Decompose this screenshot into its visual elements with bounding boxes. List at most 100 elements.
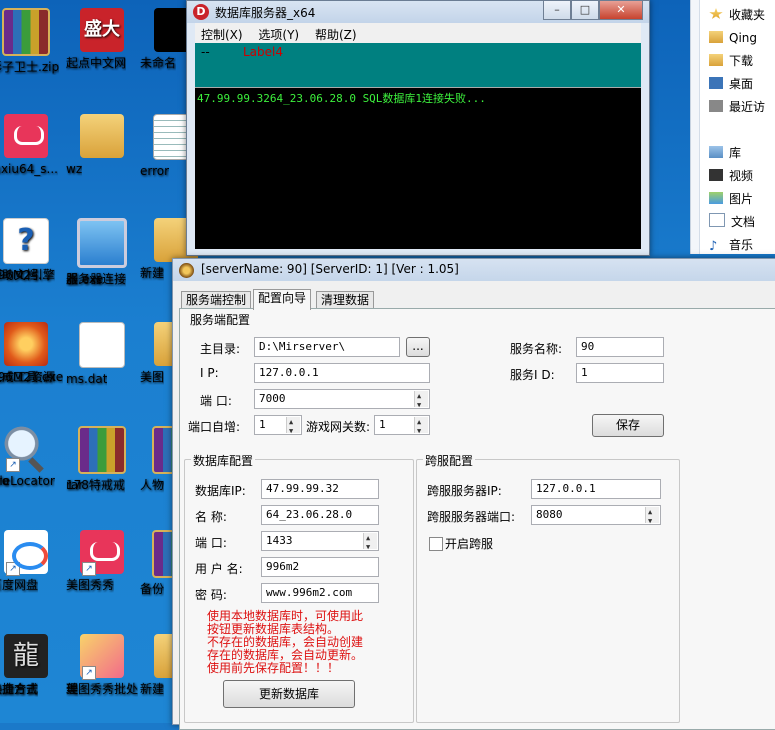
db-server-app-icon: D xyxy=(193,4,209,20)
menu-help[interactable]: 帮助(Z) xyxy=(309,23,363,43)
desktop-icon-wz[interactable]: wz xyxy=(66,114,138,176)
update-database-button[interactable]: 更新数据库 xyxy=(223,680,355,708)
picture-icon xyxy=(709,192,723,204)
nav-item-documents[interactable]: 文档 xyxy=(709,212,755,232)
gate-count-value: 1 xyxy=(379,418,386,431)
help-question-icon: ? xyxy=(3,218,49,264)
desktop-icon-label: 快捷方式 xyxy=(0,682,39,696)
nav-item-label: 视频 xyxy=(729,169,754,183)
tab-clean-data[interactable]: 清理数据 xyxy=(316,291,375,309)
nav-item-library[interactable]: 库 xyxy=(709,143,741,163)
ip-label: I P: xyxy=(200,366,219,380)
desktop-icon-label: rar xyxy=(66,478,84,492)
service-name-input[interactable]: 90 xyxy=(576,337,664,357)
desktop-icon-label: 帮助文档... xyxy=(0,268,50,282)
desktop-icon-meitu-batch[interactable]: ↗ 美图秀秀批处 理 xyxy=(66,634,138,696)
nav-item-desktop[interactable]: 桌面 xyxy=(709,74,753,94)
shortcut-arrow-icon: ↗ xyxy=(82,562,96,576)
tab-server-control[interactable]: 服务端控制 xyxy=(181,291,252,309)
desktop-icon-178-rar[interactable]: 178特戒戒 rar xyxy=(66,426,138,492)
nav-item-recent[interactable]: 最近访 xyxy=(709,97,765,117)
desktop-icon-resource-tool[interactable]: 996M2资源 生成工具.exe xyxy=(0,322,63,384)
db-window-titlebar[interactable]: D 数据库服务器_x64 – □ ✕ xyxy=(187,1,649,23)
cross-port-spinner[interactable] xyxy=(645,506,659,524)
desktop-icon-label: 生成工具.exe xyxy=(0,370,64,384)
enable-cross-server-checkbox[interactable] xyxy=(429,537,443,551)
tab-config-wizard[interactable]: 配置向导 xyxy=(253,289,312,310)
db-name-input[interactable]: 64_23.06.28.0 xyxy=(261,505,379,525)
db-password-input[interactable]: www.996m2.com xyxy=(261,583,379,603)
meitu-app-icon xyxy=(4,114,48,158)
desktop-icon-label: Pro xyxy=(0,474,10,488)
port-value: 7000 xyxy=(259,392,286,405)
desktop-icon-qidian[interactable]: 盛大 起点中文网 xyxy=(66,8,138,70)
explorer-splitter[interactable] xyxy=(691,0,700,254)
nav-item-label: 库 xyxy=(729,146,742,160)
desktop-icon-zip[interactable]: 彩子卫士.zip xyxy=(0,8,62,74)
document-icon xyxy=(709,213,725,227)
save-button[interactable]: 保存 xyxy=(592,414,664,437)
nav-item-label: 文档 xyxy=(731,215,756,229)
folder-icon xyxy=(709,54,723,66)
db-port-input[interactable]: 1433 xyxy=(261,531,379,551)
nav-item-music[interactable]: ♪ 音乐 xyxy=(709,235,753,255)
maximize-button[interactable]: □ xyxy=(571,1,599,20)
desktop-icon-label: ms.dat xyxy=(66,372,108,386)
cross-ip-input[interactable]: 127.0.0.1 xyxy=(531,479,661,499)
music-icon: ♪ xyxy=(709,239,718,254)
nav-item-label: 最近访 xyxy=(729,100,766,114)
desktop-icon-server-connector[interactable]: 服务器连接 器.exe xyxy=(66,218,138,286)
main-dir-input[interactable]: D:\Mirserver\ xyxy=(254,337,400,357)
db-password-label: 密 码: xyxy=(195,588,227,602)
gate-count-input[interactable]: 1 xyxy=(374,415,430,435)
menu-control[interactable]: 控制(X) xyxy=(195,23,249,43)
desktop-icon-rexue-heji[interactable]: 龍 热血合击 快捷方式 xyxy=(0,634,62,696)
desktop-icon-filelocator[interactable]: ↗ FileLocator Pro xyxy=(0,426,62,488)
folder-icon xyxy=(80,114,124,158)
magnifier-icon: ↗ xyxy=(4,426,48,472)
browse-button[interactable]: ... xyxy=(406,337,430,357)
port-increment-spinner[interactable] xyxy=(286,416,300,434)
meitu-app-icon: ↗ xyxy=(80,530,124,576)
desktop-icon-label: wz xyxy=(66,162,83,176)
desktop-icon-help-doc[interactable]: ? 996M2引擎 帮助文档... xyxy=(0,218,62,282)
desktop-icon-ms-dat[interactable]: ms.dat xyxy=(66,322,138,386)
port-increment-input[interactable]: 1 xyxy=(254,415,302,435)
desktop-icon-baidu-netdisk[interactable]: ↗ 百度网盘 xyxy=(0,530,62,592)
cross-port-input[interactable]: 8080 xyxy=(531,505,661,525)
port-label: 端 口: xyxy=(200,394,232,408)
desktop-icon-xiuxiu[interactable]: iuxiu64_s... xyxy=(0,114,62,176)
ip-input[interactable]: 127.0.0.1 xyxy=(254,363,430,383)
main-dir-label: 主目录: xyxy=(200,342,241,356)
nav-item-qing[interactable]: Qing xyxy=(709,28,757,48)
db-user-input[interactable]: 996m2 xyxy=(261,557,379,577)
video-icon xyxy=(709,169,723,181)
gate-count-spinner[interactable] xyxy=(414,416,428,434)
desktop-icon-meitu-xiuxiu[interactable]: ↗ 美图秀秀 xyxy=(66,530,138,592)
nav-item-label: 桌面 xyxy=(729,77,754,91)
close-button[interactable]: ✕ xyxy=(599,1,643,20)
enable-cross-server-label: 开启跨服 xyxy=(445,537,494,551)
service-name-label: 服务名称: xyxy=(510,342,563,356)
config-wizard-panel: 服务端配置 主目录: D:\Mirserver\ ... I P: 127.0.… xyxy=(179,308,775,730)
menu-options[interactable]: 选项(Y) xyxy=(252,23,305,43)
db-config-group: 数据库配置 数据库IP: 47.99.99.32 名 称: 64_23.06.2… xyxy=(184,452,414,723)
minimize-button[interactable]: – xyxy=(543,1,571,20)
recent-icon xyxy=(709,100,723,112)
nav-item-videos[interactable]: 视频 xyxy=(709,166,753,186)
nav-item-favorites[interactable]: 收藏夹 xyxy=(709,5,765,25)
db-menu-bar: 控制(X) 选项(Y) 帮助(Z) xyxy=(195,23,641,43)
nav-item-label: 收藏夹 xyxy=(729,8,766,22)
port-input[interactable]: 7000 xyxy=(254,389,430,409)
port-spinner[interactable] xyxy=(414,390,428,408)
db-ip-label: 数据库IP: xyxy=(195,484,246,498)
db-port-spinner[interactable] xyxy=(363,532,377,550)
config-window-titlebar[interactable]: [serverName: 90] [ServerID: 1] [Ver : 1.… xyxy=(173,259,775,281)
db-log-console[interactable]: 47.99.99.3264_23.06.28.0 SQL数据库1连接失败... xyxy=(195,87,641,249)
service-id-input[interactable]: 1 xyxy=(576,363,664,383)
desktop-icon-label: 未命名 xyxy=(140,56,177,70)
db-ip-input[interactable]: 47.99.99.32 xyxy=(261,479,379,499)
nav-item-pictures[interactable]: 图片 xyxy=(709,189,753,209)
nav-item-label: 下载 xyxy=(729,54,754,68)
nav-item-downloads[interactable]: 下载 xyxy=(709,51,753,71)
